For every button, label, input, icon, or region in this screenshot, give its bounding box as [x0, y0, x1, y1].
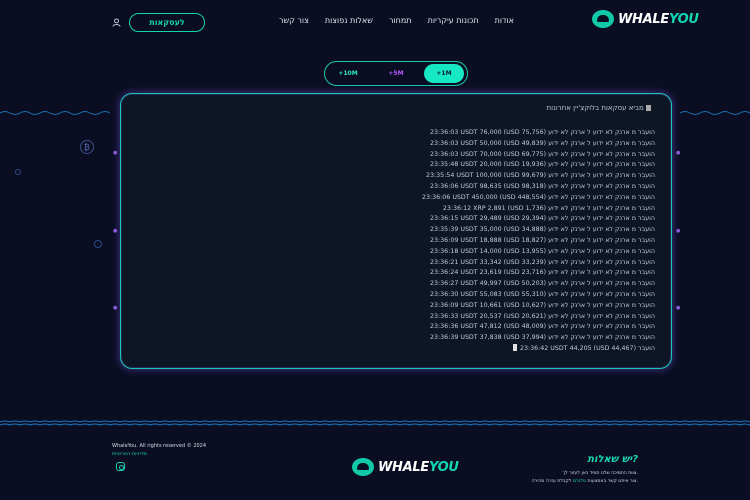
filter-option-5m[interactable]: +5M: [376, 64, 416, 83]
bitcoin-icon: ₿: [80, 140, 94, 154]
transaction-row: 23:36:06 USDT 98,635 (USD 98,318) הועבר …: [430, 182, 655, 190]
filter-option-10m[interactable]: +10M: [328, 64, 368, 83]
typing-cursor: [513, 343, 517, 351]
footer-logo-text-you: YOU: [428, 459, 459, 475]
transaction-row: 23:35:54 USDT 100,000 (USD 99,679) הועבר…: [426, 172, 655, 180]
filter-option-1m-selected[interactable]: +1M: [424, 64, 464, 83]
transaction-row: 23:36:15 USDT 29,489 (USD 29,394) הועבר …: [430, 215, 655, 223]
transaction-row: 23:36:09 USDT 10,661 (USD 10,627) הועבר …: [430, 301, 655, 309]
footer-logo[interactable]: WHALE YOU: [352, 458, 459, 476]
nav-item-contact[interactable]: צור קשר: [279, 16, 309, 25]
transaction-row: 23:36:27 USDT 49,997 (USD 50,203) הועבר …: [430, 280, 655, 288]
decorative-marker: ●: [676, 228, 681, 234]
transaction-row: 23:36:36 USDT 47,812 (USD 48,009) הועבר …: [430, 323, 655, 331]
telegram-link[interactable]: טלגרם: [573, 479, 586, 484]
logo-text-whale: WHALE: [618, 11, 669, 27]
main-menu: אודות תכונות עיקריות תמחור שאלות נפוצות …: [279, 16, 514, 25]
transactions-button[interactable]: לעסקאות: [129, 13, 205, 32]
transaction-row: 23:35:48 USDT 20,000 (USD 19,936) הועבר …: [430, 161, 655, 169]
decorative-dot: [15, 169, 21, 175]
whale-logo-icon: [352, 458, 374, 476]
transaction-row: 23:36:09 USDT 18,888 (USD 18,827) הועבר …: [430, 236, 655, 244]
top-navigation: WHALE YOU אודות תכונות עיקריות תמחור שאלו…: [0, 0, 750, 45]
transaction-row: 23:36:06 USDT 450,000 (USD 448,554) הועב…: [422, 193, 655, 201]
decorative-marker: ●: [113, 305, 118, 311]
panel-title: מביא עסקאות בלוקצ'יין אחרונות: [547, 104, 651, 112]
questions-title: יש שאלות?: [587, 454, 638, 465]
transaction-row: 23:35:39 USDT 35,000 (USD 34,888) הועבר …: [430, 226, 655, 234]
nav-item-features[interactable]: תכונות עיקריות: [428, 16, 479, 25]
user-icon[interactable]: [112, 18, 121, 27]
amount-filter-toggle: +10M +5M +1M: [324, 61, 468, 86]
transaction-row: 23:36:12 XRP 2,891 (USD 1,736) הועבר מ א…: [442, 204, 655, 212]
whale-logo-icon: [592, 10, 614, 28]
transaction-row: 23:36:03 USDT 76,000 (USD 75,756) הועבר …: [430, 129, 655, 136]
questions-line-2: צור איתנו קשר באמצעות טלגרם לקבלת עזרה מ…: [531, 479, 638, 484]
logo-text-you: YOU: [668, 11, 699, 27]
transaction-row: 23:36:24 USDT 23,619 (USD 23,716) הועבר …: [430, 269, 655, 277]
nav-item-about[interactable]: אודות: [495, 16, 514, 25]
nav-item-pricing[interactable]: תמחור: [389, 16, 412, 25]
instagram-icon[interactable]: [116, 462, 125, 471]
transactions-panel: מביא עסקאות בלוקצ'יין אחרונות 23:36:03 U…: [120, 93, 672, 369]
footer-logo-text-whale: WHALE: [378, 459, 429, 475]
decorative-marker: ●: [113, 228, 118, 234]
decorative-marker: ●: [676, 305, 681, 311]
privacy-policy-link[interactable]: מדיניות הפרטיות: [112, 451, 147, 457]
transaction-row: 23:36:33 USDT 20,537 (USD 20,621) הועבר …: [430, 312, 655, 320]
transaction-row: 23:36:42 USDT 44,205 (USD 44,467) הועבר: [513, 343, 655, 355]
questions-line-1: צוות התמיכה שלנו תמיד כאן לעזור לך.: [562, 471, 638, 476]
decorative-marker: ●: [113, 150, 118, 156]
copyright-text: WhaleYou. All rights reserved © 2024: [112, 443, 207, 449]
transaction-row: 23:36:30 USDT 55,083 (USD 55,310) הועבר …: [430, 290, 655, 298]
decorative-dot: [94, 240, 102, 248]
transaction-row: 23:36:39 USDT 37,838 (USD 37,994) הועבר …: [430, 334, 655, 342]
nav-item-faq[interactable]: שאלות נפוצות: [325, 16, 373, 25]
decorative-marker: ●: [676, 150, 681, 156]
footer-wave: [0, 420, 750, 426]
transaction-feed: 23:36:03 USDT 76,000 (USD 75,756) הועבר …: [121, 128, 655, 355]
transaction-row: 23:36:21 USDT 33,342 (USD 33,239) הועבר …: [430, 258, 655, 266]
transaction-row: 23:36:03 USDT 70,000 (USD 69,775) הועבר …: [430, 150, 655, 158]
transaction-row: 23:36:03 USDT 50,000 (USD 49,839) הועבר …: [430, 139, 655, 147]
transaction-row: 23:36:18 USDT 14,000 (USD 13,955) הועבר …: [430, 247, 655, 255]
questions-text: צוות התמיכה שלנו תמיד כאן לעזור לך. צור …: [532, 470, 638, 486]
header-logo[interactable]: WHALE YOU: [592, 10, 699, 28]
